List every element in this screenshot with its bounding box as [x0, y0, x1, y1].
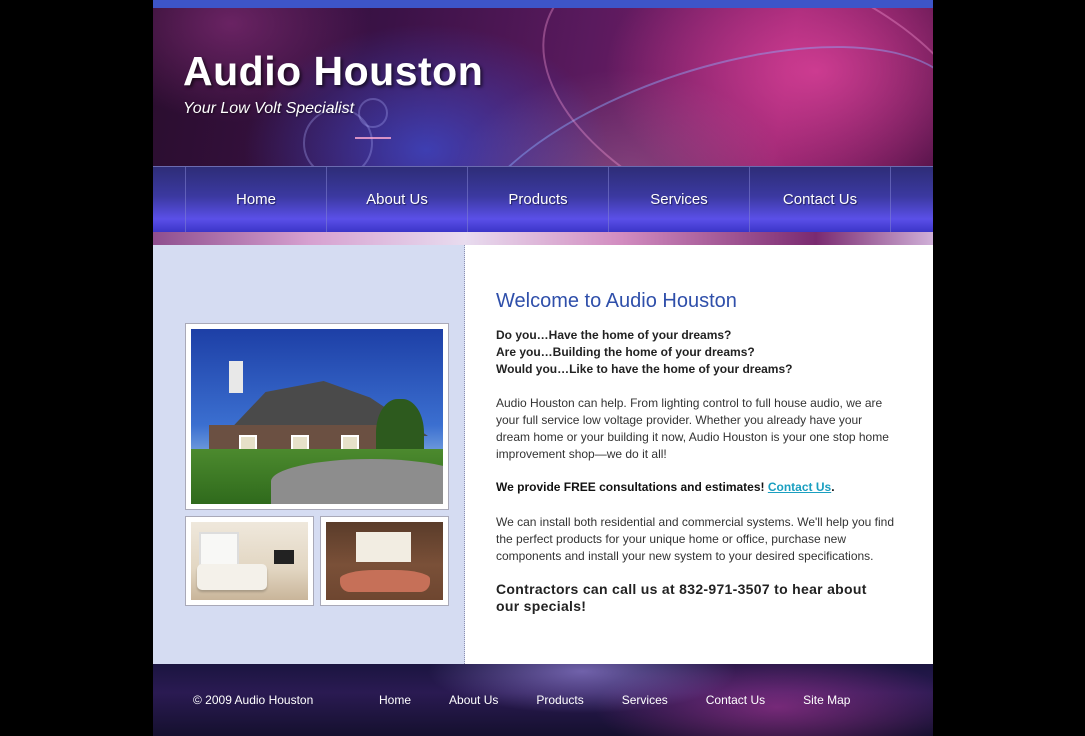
- house-photo: [191, 329, 443, 504]
- footer-nav: Home About Us Products Services Contact …: [379, 693, 888, 707]
- header-banner: Audio Houston Your Low Volt Specialist: [153, 8, 933, 166]
- period: .: [831, 480, 835, 494]
- page: Audio Houston Your Low Volt Specialist H…: [0, 0, 1085, 736]
- intro-questions: Do you…Have the home of your dreams? Are…: [496, 327, 792, 378]
- footer-link-site-map[interactable]: Site Map: [803, 693, 850, 707]
- nav-contact-us[interactable]: Contact Us: [749, 167, 891, 233]
- intro-paragraph: Audio Houston can help. From lighting co…: [496, 396, 889, 461]
- footer-link-contact-us[interactable]: Contact Us: [706, 693, 765, 707]
- question-line: Do you…Have the home of your dreams?: [496, 328, 732, 342]
- nav-home[interactable]: Home: [185, 167, 326, 233]
- question-line: Would you…Like to have the home of your …: [496, 362, 793, 376]
- copyright-text: © 2009 Audio Houston: [193, 693, 314, 707]
- site-wrapper: Audio Houston Your Low Volt Specialist H…: [153, 0, 933, 736]
- site-tagline: Your Low Volt Specialist: [183, 100, 355, 117]
- footer-link-home[interactable]: Home: [379, 693, 411, 707]
- nav-glow-strip: [153, 232, 933, 245]
- nav-about-us[interactable]: About Us: [326, 167, 467, 233]
- free-consultation-line: We provide FREE consultations and estima…: [496, 480, 835, 494]
- contact-us-link[interactable]: Contact Us: [768, 480, 831, 494]
- home-theater-photo: [326, 522, 443, 600]
- living-room-photo: [191, 522, 308, 600]
- content-area: Welcome to Audio Houston Do you…Have the…: [153, 245, 933, 664]
- nav-products[interactable]: Products: [467, 167, 608, 233]
- install-paragraph: We can install both residential and comm…: [496, 515, 895, 563]
- decorative-circle: [358, 98, 388, 128]
- living-room-photo-frame: [185, 516, 314, 606]
- site-title[interactable]: Audio Houston: [183, 48, 483, 95]
- free-consultation-text: We provide FREE consultations and estima…: [496, 480, 768, 494]
- question-line: Are you…Building the home of your dreams…: [496, 345, 755, 359]
- nav-services[interactable]: Services: [608, 167, 749, 233]
- main-nav: Home About Us Products Services Contact …: [153, 166, 933, 233]
- photo-column: [153, 245, 465, 664]
- home-theater-photo-frame: [320, 516, 449, 606]
- contractors-callout: Contractors can call us at 832-971-3507 …: [496, 581, 867, 614]
- top-bar: [153, 0, 933, 8]
- footer-link-products[interactable]: Products: [536, 693, 583, 707]
- footer-link-services[interactable]: Services: [622, 693, 668, 707]
- house-photo-frame: [185, 323, 449, 510]
- decorative-dash: [355, 137, 391, 139]
- footer-link-about-us[interactable]: About Us: [449, 693, 498, 707]
- footer: © 2009 Audio Houston Home About Us Produ…: [153, 664, 933, 736]
- page-title: Welcome to Audio Houston: [496, 290, 737, 312]
